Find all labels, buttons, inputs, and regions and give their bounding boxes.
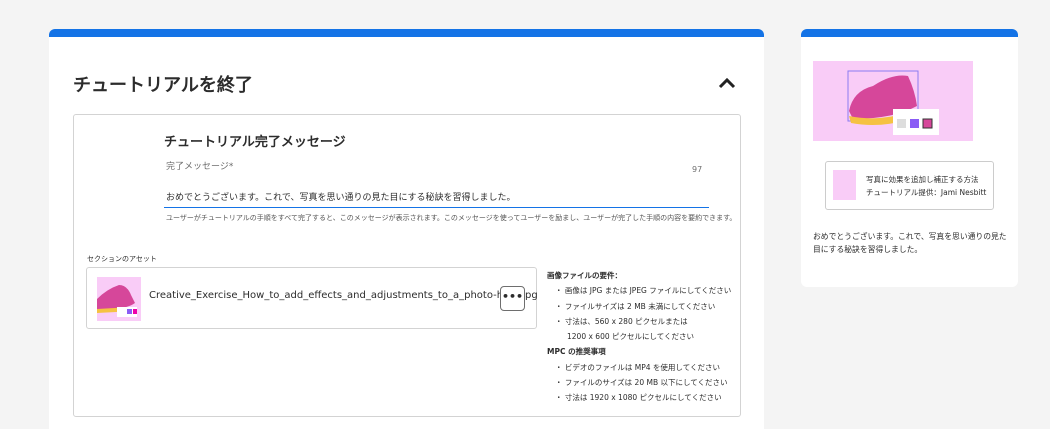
input-underline: [164, 207, 709, 208]
more-options-button[interactable]: •••: [500, 286, 525, 311]
asset-item: Creative_Exercise_How_to_add_effects_and…: [86, 267, 538, 329]
asset-filename: Creative_Exercise_How_to_add_effects_and…: [149, 290, 538, 301]
mpc-heading: MPC の推奨事項: [547, 347, 606, 357]
requirements-list: 画像ファイルの要件： ・ 画像は JPG または JPEG ファイルにしてくださ…: [547, 268, 731, 406]
completion-message-preview: おめでとうございます。これで、写真を思い通りの見た目にする秘訣を習得しました。: [813, 232, 1007, 254]
char-count: 97: [692, 165, 703, 174]
shoe-image-icon: [847, 70, 939, 135]
mpc-item: ・ ビデオのファイルは MP4 を使用してください: [555, 362, 720, 372]
tutorial-card[interactable]: 写真に効果を追加し補正する方法 チュートリアル提供：Jami Nesbitt: [825, 161, 994, 210]
section-title: チュートリアル完了メッセージ: [164, 135, 346, 150]
help-text: ユーザーがチュートリアルの手順をすべて完了すると、このメッセージが表示されます。…: [166, 214, 737, 222]
field-label: 完了メッセージ*: [166, 162, 234, 172]
requirement-item: ・ ファイルサイズは 2 MB 未満にしてください: [555, 301, 716, 311]
tutorial-author: チュートリアル提供：Jami Nesbitt: [866, 188, 987, 197]
end-tutorial-panel: チュートリアルを終了 チュートリアル完了メッセージ 完了メッセージ* 97 おめ…: [49, 29, 764, 429]
panel-title: チュートリアルを終了: [73, 75, 253, 96]
mpc-item: ・ 寸法は 1920 x 1080 ピクセルにしてください: [555, 393, 722, 403]
assets-label: セクションのアセット: [87, 255, 157, 263]
hero-image: [813, 61, 973, 141]
requirement-item: ・ 画像は JPG または JPEG ファイルにしてください: [555, 286, 732, 296]
completion-message-input[interactable]: おめでとうございます。これで、写真を思い通りの見た目にする秘訣を習得しました。: [166, 190, 516, 203]
mpc-item: ・ ファイルのサイズは 20 MB 以下にしてください: [555, 378, 728, 388]
requirement-item: ・ 寸法は、560 x 280 ピクセルまたは: [555, 316, 688, 326]
completion-message-section: チュートリアル完了メッセージ 完了メッセージ* 97 おめでとうございます。これ…: [73, 114, 741, 417]
chevron-up-icon[interactable]: [717, 75, 737, 91]
requirement-item-cont: 1200 x 600 ピクセルにしてください: [567, 332, 695, 342]
preview-panel: 写真に効果を追加し補正する方法 チュートリアル提供：Jami Nesbitt お…: [801, 29, 1018, 287]
shoe-image-icon: [97, 285, 137, 317]
asset-thumbnail: [97, 277, 141, 321]
image-requirements-heading: 画像ファイルの要件：: [547, 271, 622, 280]
tutorial-thumbnail: [833, 170, 856, 200]
tutorial-title: 写真に効果を追加し補正する方法: [866, 175, 979, 184]
